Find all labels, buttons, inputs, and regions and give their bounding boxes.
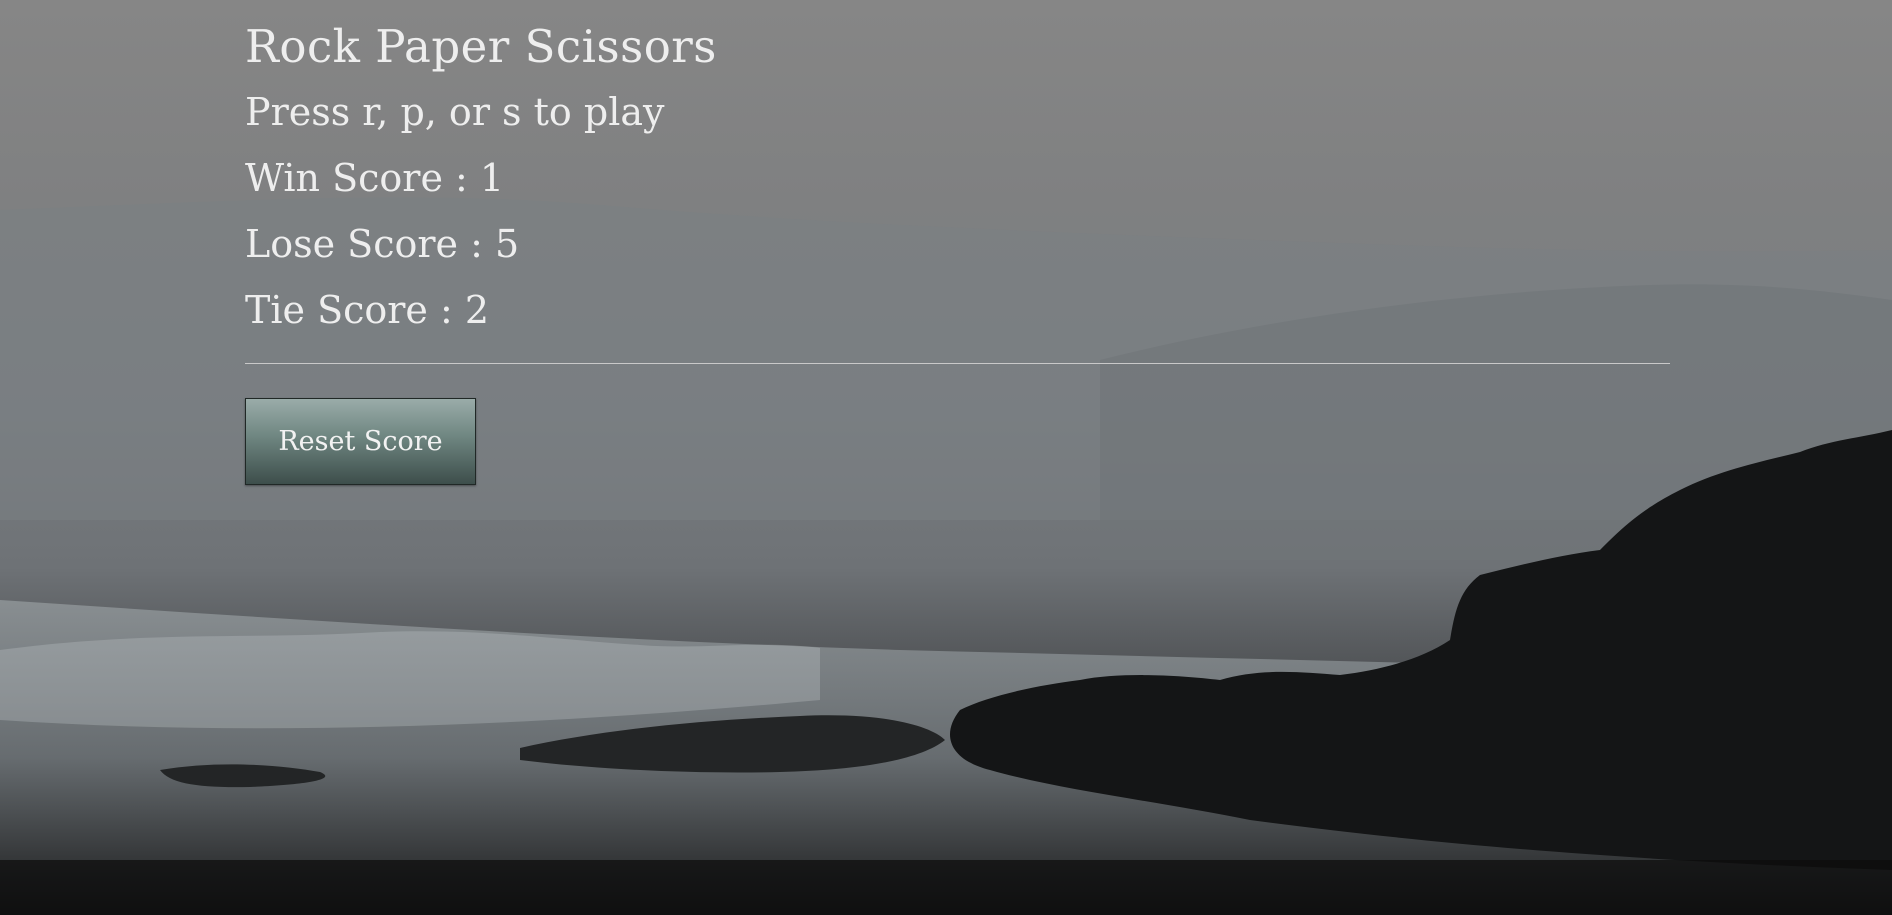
tie-score: Tie Score : 2 bbox=[245, 288, 490, 332]
win-score: Win Score : 1 bbox=[245, 156, 505, 200]
reset-score-button[interactable]: Reset Score bbox=[245, 398, 476, 485]
instructions-text: Press r, p, or s to play bbox=[245, 90, 665, 134]
scoreboard-panel: Rock Paper Scissors Press r, p, or s to … bbox=[245, 18, 1670, 485]
game-page: Rock Paper Scissors Press r, p, or s to … bbox=[0, 0, 1892, 915]
page-title: Rock Paper Scissors bbox=[245, 20, 717, 73]
lose-score: Lose Score : 5 bbox=[245, 222, 520, 266]
divider bbox=[245, 363, 1670, 364]
